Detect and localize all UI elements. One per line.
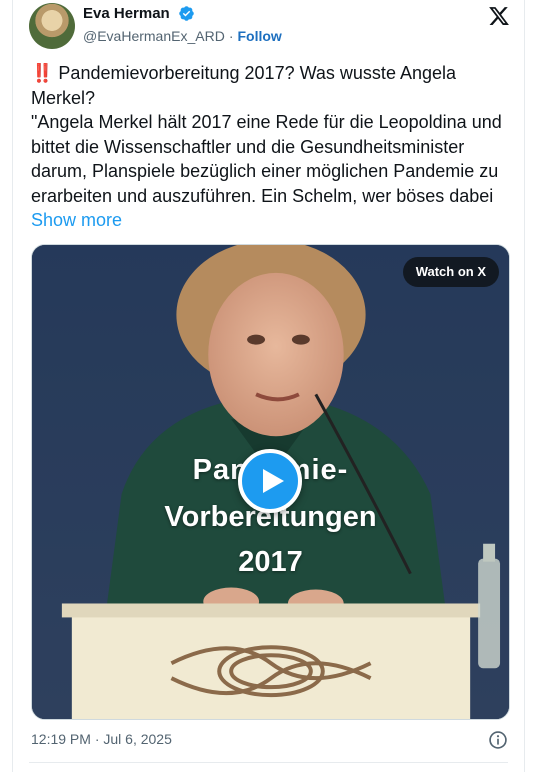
avatar[interactable] xyxy=(29,3,75,49)
tweet-line-2-text: "Angela Merkel hält 2017 eine Rede für d… xyxy=(31,112,502,206)
author-handle[interactable]: @EvaHermanEx_ARD xyxy=(83,28,225,44)
tweet-line-1: ‼️ Pandemievorbereitung 2017? Was wusste … xyxy=(31,61,515,110)
tweet-text: ‼️ Pandemievorbereitung 2017? Was wusste … xyxy=(31,61,515,233)
play-icon xyxy=(263,469,284,493)
info-icon[interactable] xyxy=(488,730,508,750)
tweet-line-2: "Angela Merkel hält 2017 eine Rede für d… xyxy=(31,110,515,233)
play-button[interactable] xyxy=(238,449,302,513)
video-player[interactable]: Watch on X Pandemie- Vorbereitungen 2017 xyxy=(31,244,510,720)
double-exclamation-emoji: ‼️ xyxy=(31,63,53,83)
tweet-line-1-text: Pandemievorbereitung 2017? Was wusste An… xyxy=(31,63,457,108)
tweet-timestamp[interactable]: 12:19 PM · Jul 6, 2025 xyxy=(31,731,172,747)
tweet-card: Eva Herman @EvaHermanEx_ARD · Follow ‼️ Pan… xyxy=(12,0,525,772)
verified-badge-icon xyxy=(179,6,194,21)
watch-on-x-button[interactable]: Watch on X xyxy=(402,257,499,287)
x-logo-icon[interactable] xyxy=(488,5,510,27)
author-name[interactable]: Eva Herman xyxy=(83,5,170,22)
show-more-link[interactable]: Show more xyxy=(31,210,122,230)
divider xyxy=(29,762,508,763)
handle-row: @EvaHermanEx_ARD · Follow xyxy=(83,28,282,44)
video-caption-line-3: 2017 xyxy=(238,546,303,578)
follow-button[interactable]: Follow xyxy=(237,28,281,44)
separator: · xyxy=(228,28,234,44)
